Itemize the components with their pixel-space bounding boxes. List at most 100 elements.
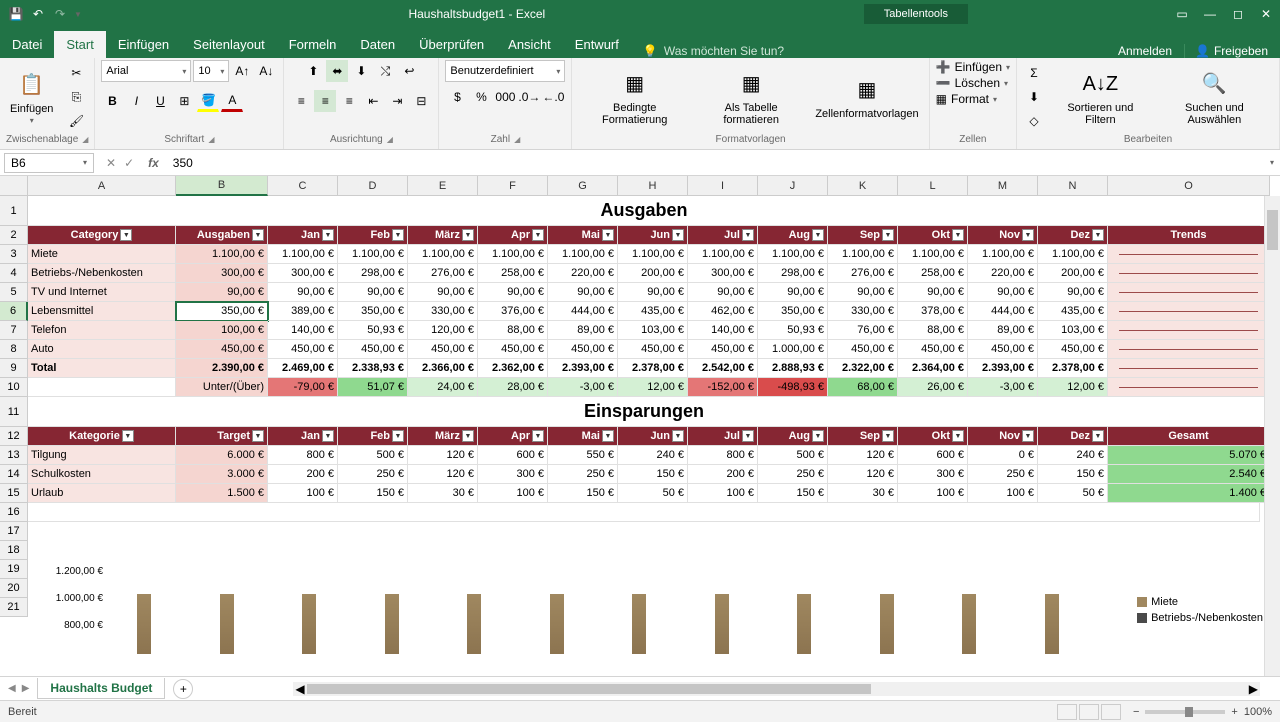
data-cell[interactable]: 350,00 € <box>176 302 268 321</box>
data-cell[interactable]: 450,00 € <box>478 340 548 359</box>
horizontal-scrollbar[interactable]: ◀ ▶ <box>293 682 1260 696</box>
header-Apr[interactable]: Apr▼ <box>478 226 548 245</box>
total-cell[interactable]: 2.888,93 € <box>758 359 828 378</box>
data-cell[interactable]: 450,00 € <box>1038 340 1108 359</box>
data-cell[interactable]: 150 € <box>548 484 618 503</box>
data-cell[interactable]: 150 € <box>618 465 688 484</box>
filter-dropdown-icon[interactable]: ▼ <box>462 430 474 442</box>
empty-cell[interactable] <box>28 378 176 397</box>
row-header-3[interactable]: 3 <box>0 245 28 264</box>
category-cell[interactable]: Tilgung <box>28 446 176 465</box>
filter-dropdown-icon[interactable]: ▼ <box>1022 229 1034 241</box>
header-Dez[interactable]: Dez▼ <box>1038 427 1108 446</box>
header-Jun[interactable]: Jun▼ <box>618 427 688 446</box>
increase-indent-icon[interactable]: ⇥ <box>386 90 408 112</box>
data-cell[interactable]: 300,00 € <box>176 264 268 283</box>
data-cell[interactable]: 30 € <box>828 484 898 503</box>
tab-daten[interactable]: Daten <box>348 31 407 58</box>
col-header-M[interactable]: M <box>968 176 1038 196</box>
data-cell[interactable]: 330,00 € <box>408 302 478 321</box>
data-cell[interactable]: 600 € <box>478 446 548 465</box>
category-cell[interactable]: TV und Internet <box>28 283 176 302</box>
data-cell[interactable]: 450,00 € <box>548 340 618 359</box>
header-Nov[interactable]: Nov▼ <box>968 427 1038 446</box>
col-header-J[interactable]: J <box>758 176 828 196</box>
data-cell[interactable]: 50,93 € <box>338 321 408 340</box>
filter-dropdown-icon[interactable]: ▼ <box>392 430 404 442</box>
row-header-7[interactable]: 7 <box>0 321 28 340</box>
data-cell[interactable]: 0 € <box>968 446 1038 465</box>
data-cell[interactable]: 88,00 € <box>478 321 548 340</box>
launcher-icon[interactable]: ◢ <box>387 135 393 144</box>
filter-dropdown-icon[interactable]: ▼ <box>1022 430 1034 442</box>
data-cell[interactable]: 150 € <box>1038 465 1108 484</box>
data-cell[interactable]: 276,00 € <box>828 264 898 283</box>
data-cell[interactable]: 250 € <box>758 465 828 484</box>
filter-dropdown-icon[interactable]: ▼ <box>322 229 334 241</box>
row-header-16[interactable]: 16 <box>0 503 28 522</box>
format-as-table-button[interactable]: ▦Als Tabelle formatieren <box>695 66 807 128</box>
maximize-icon[interactable]: ◻ <box>1224 0 1252 28</box>
total-cell[interactable]: 2.378,00 € <box>618 359 688 378</box>
data-cell[interactable]: 450,00 € <box>268 340 338 359</box>
total-cell[interactable]: 2.362,00 € <box>478 359 548 378</box>
row-header-20[interactable]: 20 <box>0 579 28 598</box>
data-cell[interactable]: 450,00 € <box>176 340 268 359</box>
data-cell[interactable]: 89,00 € <box>548 321 618 340</box>
filter-dropdown-icon[interactable]: ▼ <box>812 229 824 241</box>
col-header-K[interactable]: K <box>828 176 898 196</box>
unter-cell[interactable]: 51,07 € <box>338 378 408 397</box>
unter-cell[interactable]: -3,00 € <box>548 378 618 397</box>
header-Sep[interactable]: Sep▼ <box>828 427 898 446</box>
sparkline-cell[interactable] <box>1108 283 1270 302</box>
row-header-17[interactable]: 17 <box>0 522 28 541</box>
launcher-icon[interactable]: ◢ <box>208 135 214 144</box>
vertical-scrollbar[interactable] <box>1264 196 1280 676</box>
filter-dropdown-icon[interactable]: ▼ <box>122 430 134 442</box>
name-box[interactable]: B6▾ <box>4 153 94 173</box>
header-Jan[interactable]: Jan▼ <box>268 427 338 446</box>
data-cell[interactable]: 462,00 € <box>688 302 758 321</box>
header-Okt[interactable]: Okt▼ <box>898 226 968 245</box>
data-cell[interactable]: 120 € <box>828 446 898 465</box>
filter-dropdown-icon[interactable]: ▼ <box>1092 430 1104 442</box>
borders-icon[interactable]: ⊞ <box>173 90 195 112</box>
empty-cell[interactable] <box>28 503 1260 522</box>
align-bottom-icon[interactable]: ⬇ <box>350 60 372 82</box>
tab-entwurf[interactable]: Entwurf <box>563 31 631 58</box>
data-cell[interactable]: 300 € <box>478 465 548 484</box>
row-header-2[interactable]: 2 <box>0 226 28 245</box>
header-März[interactable]: März▼ <box>408 427 478 446</box>
align-center-icon[interactable]: ≡ <box>314 90 336 112</box>
chart-area[interactable]: 1.200,00 €1.000,00 €800,00 €MieteBetrieb… <box>33 566 1093 654</box>
data-cell[interactable]: 150 € <box>758 484 828 503</box>
tell-me-search[interactable]: 💡 Was möchten Sie tun? <box>631 44 1106 58</box>
data-cell[interactable]: 300,00 € <box>688 264 758 283</box>
row-header-15[interactable]: 15 <box>0 484 28 503</box>
share-button[interactable]: 👤Freigeben <box>1184 44 1268 58</box>
category-cell[interactable]: Lebensmittel <box>28 302 176 321</box>
font-color-icon[interactable]: A <box>221 90 243 112</box>
data-cell[interactable]: 444,00 € <box>968 302 1038 321</box>
data-cell[interactable]: 100 € <box>898 484 968 503</box>
data-cell[interactable]: 89,00 € <box>968 321 1038 340</box>
data-cell[interactable]: 1.100,00 € <box>758 245 828 264</box>
data-cell[interactable]: 250 € <box>548 465 618 484</box>
data-cell[interactable]: 120 € <box>828 465 898 484</box>
font-size-select[interactable]: 10▾ <box>193 60 229 82</box>
italic-button[interactable]: I <box>125 90 147 112</box>
data-cell[interactable]: 120,00 € <box>408 321 478 340</box>
data-cell[interactable]: 800 € <box>268 446 338 465</box>
data-cell[interactable]: 90,00 € <box>758 283 828 302</box>
data-cell[interactable]: 90,00 € <box>828 283 898 302</box>
cut-icon[interactable]: ✂ <box>65 62 87 84</box>
orientation-icon[interactable]: ⤭ <box>374 60 396 82</box>
zoom-out-icon[interactable]: − <box>1133 706 1139 718</box>
data-cell[interactable]: 140,00 € <box>688 321 758 340</box>
data-cell[interactable]: 450,00 € <box>968 340 1038 359</box>
total-cell[interactable]: 2.390,00 € <box>176 359 268 378</box>
total-cell[interactable]: 2.378,00 € <box>1038 359 1108 378</box>
data-cell[interactable]: 90,00 € <box>338 283 408 302</box>
tab-start[interactable]: Start <box>54 31 105 58</box>
total-label[interactable]: Total <box>28 359 176 378</box>
